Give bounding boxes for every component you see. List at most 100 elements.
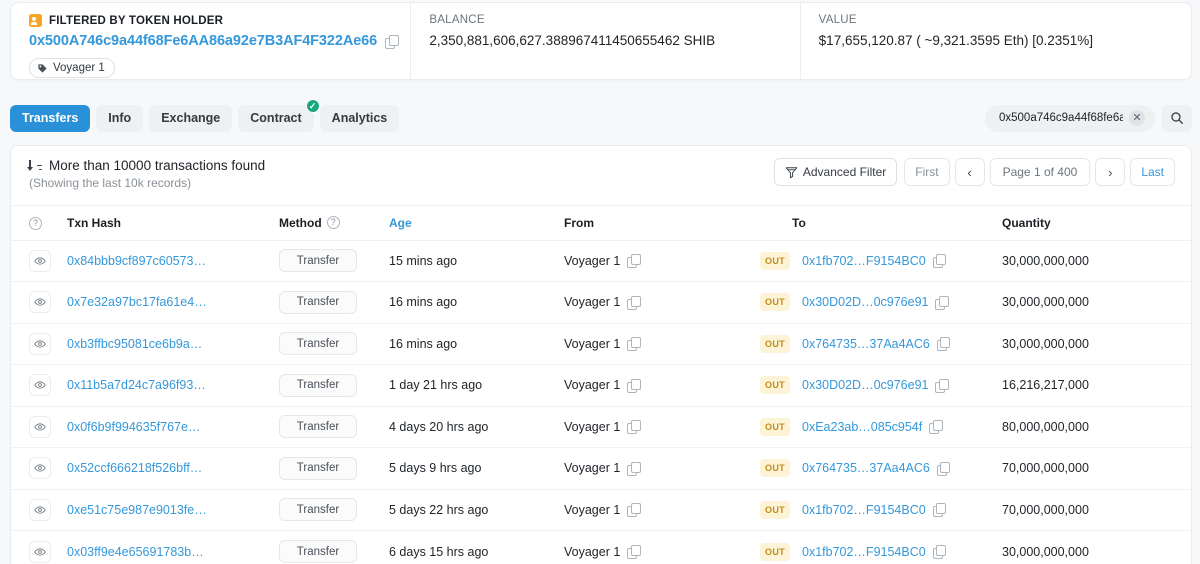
copy-icon[interactable] xyxy=(929,420,943,435)
txn-hash-link[interactable]: 0x0f6b9f994635f767e… xyxy=(67,420,200,434)
from-label: Voyager 1 xyxy=(564,419,621,434)
txn-hash-link[interactable]: 0x84bbb9cf897c60573… xyxy=(67,254,206,268)
txn-hash-link[interactable]: 0x11b5a7d24c7a96f93… xyxy=(67,378,206,392)
column-header-age-label: Age xyxy=(389,215,412,230)
to-address-link[interactable]: 0x764735…37Aa4AC6 xyxy=(802,337,930,351)
view-transaction-button[interactable] xyxy=(29,374,51,397)
tab-exchange[interactable]: Exchange xyxy=(149,104,233,132)
cell-from: Voyager 1 xyxy=(564,281,760,324)
search-box[interactable]: ✕ xyxy=(985,104,1155,132)
copy-icon[interactable] xyxy=(627,337,641,352)
pagination-first[interactable]: First xyxy=(904,158,950,186)
results-subtext: (Showing the last 10k records) xyxy=(29,176,192,190)
pagination-next-icon[interactable]: › xyxy=(1095,158,1126,186)
column-header-age[interactable]: Age xyxy=(389,206,564,241)
search-button[interactable] xyxy=(1162,104,1192,132)
view-transaction-button[interactable] xyxy=(29,498,51,521)
tab-info[interactable]: Info xyxy=(96,104,144,132)
copy-icon[interactable] xyxy=(385,34,399,49)
quantity-text: 30,000,000,000 xyxy=(1002,544,1089,559)
quantity-text: 30,000,000,000 xyxy=(1002,253,1089,268)
cell-age: 1 day 21 hrs ago xyxy=(389,364,564,407)
column-header-method[interactable]: Method ? xyxy=(279,206,389,241)
copy-icon[interactable] xyxy=(627,461,641,476)
copy-icon[interactable] xyxy=(936,461,951,476)
copy-icon[interactable] xyxy=(932,545,947,559)
tab-analytics-label: Analytics xyxy=(331,111,388,125)
holder-tag-pill[interactable]: Voyager 1 xyxy=(29,58,115,78)
view-transaction-button[interactable] xyxy=(29,540,51,563)
cell-quantity: 30,000,000,000 xyxy=(1002,281,1191,324)
tab-contract[interactable]: Contract ✓ xyxy=(238,98,320,132)
copy-icon[interactable] xyxy=(935,295,949,310)
tab-transfers[interactable]: Transfers xyxy=(10,104,91,132)
tab-transfers-label: Transfers xyxy=(22,111,79,125)
txn-hash-link[interactable]: 0xb3ffbc95081ce6b9a… xyxy=(67,337,202,351)
eye-icon xyxy=(34,506,46,514)
holder-address-link[interactable]: 0x500A746c9a44f68Fe6AA86a92e7B3AF4F322Ae… xyxy=(29,33,377,49)
advanced-filter-button[interactable]: Advanced Filter xyxy=(773,158,898,186)
column-header-from[interactable]: From xyxy=(564,206,760,241)
question-circle-icon[interactable]: ? xyxy=(326,216,340,230)
column-header-quantity[interactable]: Quantity xyxy=(1002,206,1191,241)
view-transaction-button[interactable] xyxy=(29,332,51,355)
view-transaction-button[interactable] xyxy=(29,291,51,314)
column-header-txn-hash-label: Txn Hash xyxy=(67,215,122,230)
txn-hash-link[interactable]: 0xe51c75e987e9013fe… xyxy=(67,503,207,517)
txn-hash-link[interactable]: 0x03ff9e4e65691783b… xyxy=(67,545,204,559)
balance-label: BALANCE xyxy=(429,14,485,26)
copy-icon[interactable] xyxy=(932,503,947,518)
to-address-link[interactable]: 0x30D02D…0c976e91 xyxy=(802,295,928,309)
copy-icon[interactable] xyxy=(627,503,641,518)
copy-icon[interactable] xyxy=(936,337,951,352)
question-circle-icon[interactable]: ? xyxy=(29,217,42,231)
cell-view xyxy=(11,531,67,564)
to-address-link[interactable]: 0x764735…37Aa4AC6 xyxy=(802,461,930,475)
cell-quantity: 70,000,000,000 xyxy=(1002,489,1191,531)
txn-hash-link[interactable]: 0x7e32a97bc17fa61e4… xyxy=(67,295,207,309)
cell-direction: OUT xyxy=(760,489,792,531)
pagination-last[interactable]: Last xyxy=(1130,158,1175,186)
clear-search-icon[interactable]: ✕ xyxy=(1129,110,1145,126)
holder-address-row: 0x500A746c9a44f68Fe6AA86a92e7B3AF4F322Ae… xyxy=(29,33,410,49)
cell-from: Voyager 1 xyxy=(564,240,760,282)
view-transaction-button[interactable] xyxy=(29,249,51,272)
search-input[interactable] xyxy=(997,111,1125,125)
age-text: 5 days 9 hrs ago xyxy=(389,461,482,476)
cell-method: Transfer xyxy=(279,364,389,407)
cell-to: 0x30D02D…0c976e91 xyxy=(792,364,1002,407)
to-address-link[interactable]: 0x1fb702…F9154BC0 xyxy=(802,545,926,559)
direction-badge: OUT xyxy=(760,500,790,519)
to-address-link[interactable]: 0x1fb702…F9154BC0 xyxy=(802,503,926,517)
cell-view xyxy=(11,447,67,490)
copy-icon[interactable] xyxy=(627,254,641,269)
from-label: Voyager 1 xyxy=(564,461,621,476)
to-address-link[interactable]: 0x1fb702…F9154BC0 xyxy=(802,254,926,268)
age-text: 15 mins ago xyxy=(389,253,458,268)
txn-hash-link[interactable]: 0x52ccf666218f526bff… xyxy=(67,461,202,475)
copy-icon[interactable] xyxy=(627,295,641,310)
to-address-link[interactable]: 0x30D02D…0c976e91 xyxy=(802,378,928,392)
copy-icon[interactable] xyxy=(627,378,641,393)
to-address-link[interactable]: 0xEa23ab…085c954f xyxy=(802,420,922,434)
tab-analytics[interactable]: Analytics xyxy=(319,104,400,132)
view-transaction-button[interactable] xyxy=(29,415,51,438)
pagination-prev-icon[interactable]: ‹ xyxy=(954,158,985,186)
copy-icon[interactable] xyxy=(627,545,641,559)
view-transaction-button[interactable] xyxy=(29,457,51,480)
eye-icon xyxy=(34,381,46,389)
age-text: 5 days 22 hrs ago xyxy=(389,502,489,517)
copy-icon[interactable] xyxy=(627,420,641,435)
toolbar-right: Advanced Filter First ‹ Page 1 of 400 › … xyxy=(773,158,1175,186)
method-badge: Transfer xyxy=(279,498,357,522)
copy-icon[interactable] xyxy=(932,254,947,269)
funnel-icon xyxy=(785,166,798,178)
method-badge: Transfer xyxy=(279,249,357,273)
tab-bar-right: ✕ xyxy=(985,104,1192,132)
table-body: 0x84bbb9cf897c60573… Transfer 15 mins ago V… xyxy=(11,240,1191,564)
copy-icon[interactable] xyxy=(935,378,949,393)
column-header-to[interactable]: To xyxy=(792,206,1002,241)
column-header-txn-hash[interactable]: Txn Hash xyxy=(67,206,279,241)
cell-txn-hash: 0x84bbb9cf897c60573… xyxy=(67,240,279,282)
advanced-filter-label: Advanced Filter xyxy=(802,165,887,179)
